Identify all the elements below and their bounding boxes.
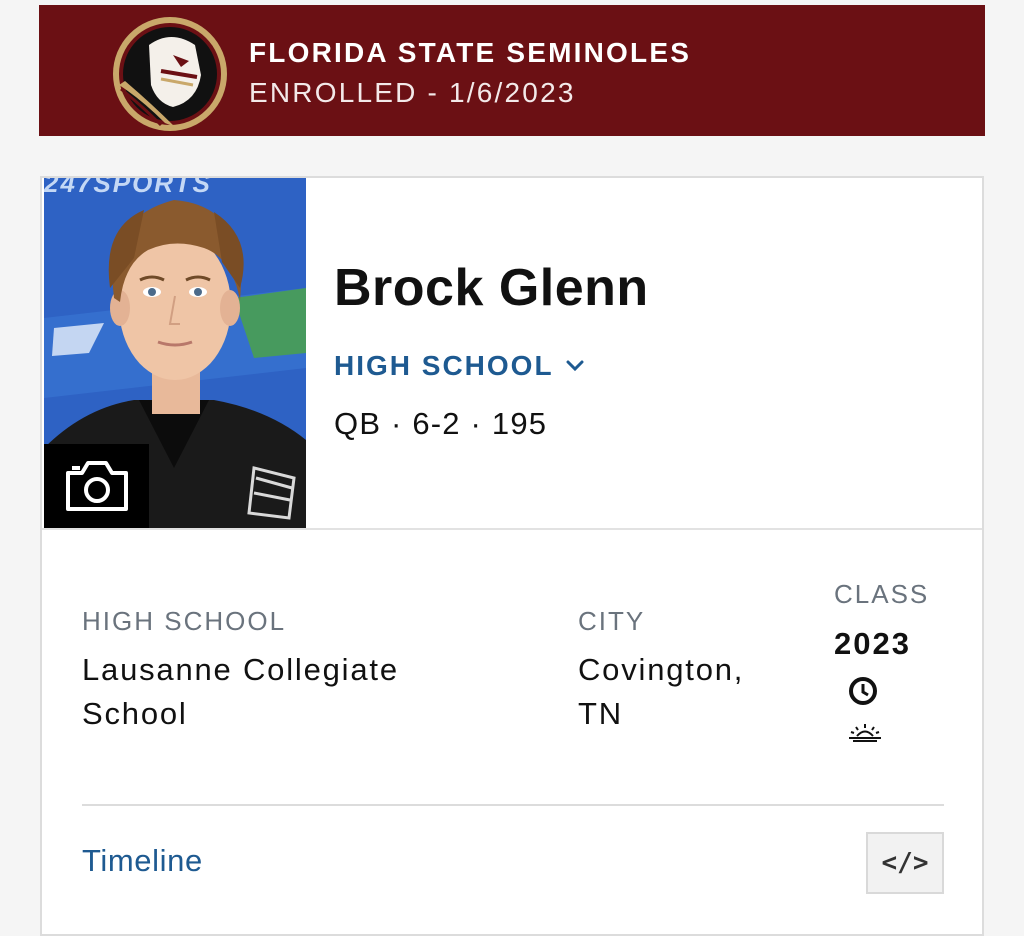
player-photo[interactable]: 247SPORTS [44, 178, 306, 528]
player-card: 247SPORTS Brock Glenn HIGH SCHOOL QB · 6… [40, 176, 984, 936]
school-dropdown-label: HIGH SCHOOL [334, 350, 554, 381]
seminoles-logo-icon [111, 15, 229, 133]
camera-button[interactable] [44, 444, 149, 528]
chevron-down-icon [566, 360, 584, 372]
embed-code-icon: </> [881, 848, 929, 878]
team-name: FLORIDA STATE SEMINOLES [249, 37, 692, 68]
school-dropdown[interactable]: HIGH SCHOOL [334, 350, 584, 382]
section-divider [42, 528, 982, 530]
clock-icon [849, 677, 877, 705]
timeline-divider [82, 804, 944, 806]
timeline-link[interactable]: Timeline [82, 843, 203, 879]
city-value: Covington, TN [578, 652, 745, 731]
player-name: Brock Glenn [334, 259, 649, 317]
city-label: CITY [578, 606, 646, 636]
sunrise-icon [849, 724, 881, 742]
camera-icon [65, 461, 128, 511]
player-measurables: QB · 6-2 · 195 [334, 406, 548, 441]
high-school-value: Lausanne Collegiate School [82, 652, 399, 731]
photo-brand-text: 247SPORTS [44, 178, 212, 198]
enrollment-status: ENROLLED - 1/6/2023 [249, 77, 576, 108]
class-value: 2023 [834, 626, 911, 661]
high-school-label: HIGH SCHOOL [82, 606, 287, 636]
team-banner[interactable]: FLORIDA STATE SEMINOLES ENROLLED - 1/6/2… [39, 5, 985, 136]
embed-code-button[interactable]: </> [866, 832, 944, 894]
class-label: CLASS [834, 579, 930, 609]
